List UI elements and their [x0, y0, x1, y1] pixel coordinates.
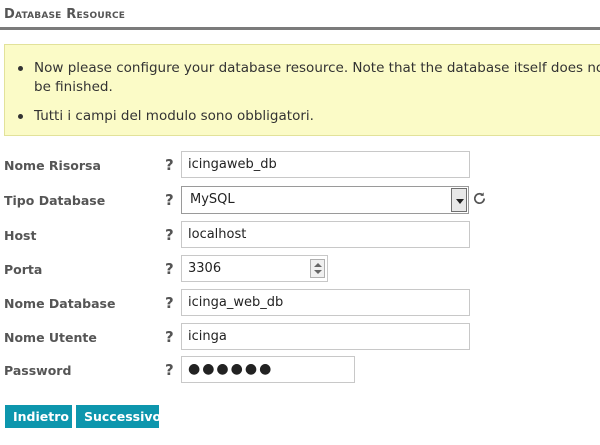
help-icon[interactable]: ?: [165, 191, 174, 209]
stepper-up-icon[interactable]: [314, 263, 322, 267]
field-label: Nome Database: [4, 296, 116, 311]
notice-item: Now please configure your database resou…: [5, 59, 600, 99]
section-title: Database Resource: [4, 7, 126, 22]
field-label: Nome Risorsa: [4, 158, 101, 173]
title-divider: [0, 27, 600, 30]
form-row-host: Host ? localhost: [0, 221, 600, 251]
help-icon[interactable]: ?: [165, 226, 174, 244]
bullet-icon: [18, 114, 23, 119]
form-row-resource-name: Nome Risorsa ? icingaweb_db: [0, 151, 600, 181]
help-icon[interactable]: ?: [165, 156, 174, 174]
db-name-input[interactable]: icinga_web_db: [181, 289, 470, 316]
field-label: Porta: [4, 262, 43, 277]
port-stepper[interactable]: [310, 259, 325, 278]
help-icon[interactable]: ?: [165, 260, 174, 278]
port-value: 3306: [188, 261, 222, 276]
field-label: Tipo Database: [4, 193, 106, 208]
help-icon[interactable]: ?: [165, 294, 174, 312]
info-notice: Now please configure your database resou…: [4, 44, 600, 136]
db-type-selected-value: MySQL: [190, 192, 235, 207]
port-input[interactable]: 3306: [181, 255, 328, 282]
help-icon[interactable]: ?: [165, 328, 174, 346]
form-row-db-name: Nome Database ? icinga_web_db: [0, 289, 600, 319]
form-row-username: Nome Utente ? icinga: [0, 323, 600, 353]
field-label: Nome Utente: [4, 330, 97, 345]
password-input[interactable]: ●●●●●●: [181, 356, 355, 383]
username-input[interactable]: icinga: [181, 323, 470, 350]
db-type-select[interactable]: MySQL: [181, 186, 469, 214]
resource-name-input[interactable]: icingaweb_db: [181, 151, 470, 178]
chevron-down-icon[interactable]: [451, 188, 467, 212]
field-label: Host: [4, 228, 37, 243]
notice-text-line1: Now please configure your database resou…: [34, 60, 600, 76]
back-button[interactable]: Indietro: [5, 405, 72, 428]
help-icon[interactable]: ?: [165, 361, 174, 379]
host-input[interactable]: localhost: [181, 221, 470, 248]
notice-text-line2: Tutti i campi del modulo sono obbligator…: [34, 108, 314, 124]
bullet-icon: [18, 66, 23, 71]
notice-text-line1-cont: be finished.: [34, 79, 113, 95]
field-label: Password: [4, 363, 72, 378]
form-row-password: Password ? ●●●●●●: [0, 356, 600, 386]
next-button[interactable]: Successivo: [76, 405, 161, 428]
refresh-icon[interactable]: [472, 191, 487, 206]
form-row-db-type: Tipo Database ? MySQL: [0, 186, 600, 216]
form-row-port: Porta ? 3306: [0, 255, 600, 285]
stepper-down-icon[interactable]: [314, 270, 322, 274]
notice-item: Tutti i campi del modulo sono obbligator…: [5, 107, 600, 127]
